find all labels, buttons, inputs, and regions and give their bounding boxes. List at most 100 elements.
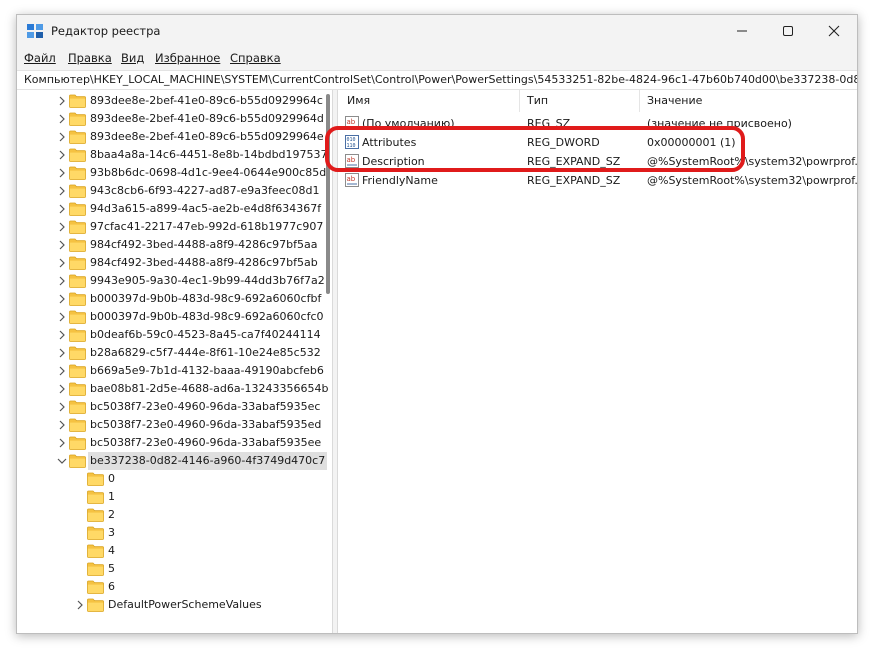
chevron-right-icon[interactable] bbox=[57, 383, 67, 395]
column-separator[interactable] bbox=[519, 90, 520, 112]
tree-item[interactable]: 8baa4a8a-14c6-4451-8e8b-14bdbd197537 bbox=[17, 146, 328, 164]
chevron-right-icon[interactable] bbox=[57, 275, 67, 287]
string-value-icon: ab bbox=[345, 154, 359, 168]
binary-value-icon: 010110 bbox=[345, 135, 359, 149]
tree-item[interactable]: 984cf492-3bed-4488-a8f9-4286c97bf5ab bbox=[17, 254, 318, 272]
column-separator[interactable] bbox=[639, 90, 640, 112]
key-tree-pane[interactable]: 893dee8e-2bef-41e0-89c6-b55d0929964c 893d… bbox=[17, 90, 333, 633]
tree-item[interactable]: 4 bbox=[17, 542, 317, 560]
close-button[interactable] bbox=[811, 15, 857, 47]
chevron-right-icon[interactable] bbox=[57, 293, 67, 305]
tree-item[interactable]: 893dee8e-2bef-41e0-89c6-b55d0929964d bbox=[17, 110, 324, 128]
value-type: REG_SZ bbox=[527, 117, 571, 130]
folder-icon bbox=[69, 346, 86, 360]
tree-item-label: b0deaf6b-59c0-4523-8a45-ca7f40244114 bbox=[90, 328, 321, 341]
values-list-pane[interactable]: Имя Тип Значение ab (По умолчанию) REG_SZ (… bbox=[337, 90, 858, 633]
chevron-right-icon[interactable] bbox=[57, 113, 67, 125]
menu-view[interactable]: Вид bbox=[121, 51, 144, 65]
column-header-type[interactable]: Тип bbox=[527, 90, 548, 112]
tree-item-label: 893dee8e-2bef-41e0-89c6-b55d0929964d bbox=[90, 112, 324, 125]
chevron-right-icon[interactable] bbox=[57, 401, 67, 413]
tree-item-label: DefaultPowerSchemeValues bbox=[108, 598, 262, 611]
chevron-right-icon[interactable] bbox=[75, 599, 85, 611]
tree-item[interactable]: DefaultPowerSchemeValues bbox=[17, 596, 317, 614]
tree-item[interactable]: 0 bbox=[17, 470, 317, 488]
tree-item[interactable]: bc5038f7-23e0-4960-96da-33abaf5935ee bbox=[17, 434, 321, 452]
svg-text:ab: ab bbox=[347, 118, 356, 126]
menu-file[interactable]: Файл bbox=[24, 51, 56, 65]
menu-favorites[interactable]: Избранное bbox=[155, 51, 220, 65]
column-header-name[interactable]: Имя bbox=[347, 90, 370, 112]
folder-icon bbox=[69, 220, 86, 234]
chevron-right-icon[interactable] bbox=[57, 419, 67, 431]
folder-icon bbox=[69, 256, 86, 270]
chevron-right-icon[interactable] bbox=[57, 311, 67, 323]
value-name: Description bbox=[362, 155, 425, 168]
minimize-icon bbox=[737, 30, 747, 32]
tree-item[interactable]: 3 bbox=[17, 524, 317, 542]
tree-item[interactable]: b28a6829-c5f7-444e-8f61-10e24e85c532 bbox=[17, 344, 321, 362]
tree-item[interactable]: b000397d-9b0b-483d-98c9-692a6060cfc0 bbox=[17, 308, 324, 326]
tree-item[interactable]: be337238-0d82-4146-a960-4f3749d470c7 bbox=[17, 452, 328, 470]
registry-value-row[interactable]: ab Description REG_EXPAND_SZ @%SystemRoot%\… bbox=[338, 152, 857, 171]
tree-item[interactable]: 2 bbox=[17, 506, 317, 524]
chevron-right-icon[interactable] bbox=[57, 329, 67, 341]
folder-icon bbox=[87, 490, 104, 504]
chevron-right-icon[interactable] bbox=[57, 221, 67, 233]
chevron-right-icon[interactable] bbox=[57, 239, 67, 251]
tree-item[interactable]: 5 bbox=[17, 560, 317, 578]
tree-item[interactable]: bc5038f7-23e0-4960-96da-33abaf5935ed bbox=[17, 416, 321, 434]
tree-item[interactable]: b0deaf6b-59c0-4523-8a45-ca7f40244114 bbox=[17, 326, 321, 344]
address-bar[interactable]: Компьютер\HKEY_LOCAL_MACHINE\SYSTEM\Curr… bbox=[17, 70, 857, 90]
svg-text:110: 110 bbox=[347, 143, 356, 149]
close-icon bbox=[828, 25, 840, 37]
folder-icon bbox=[69, 166, 86, 180]
tree-item[interactable]: 1 bbox=[17, 488, 317, 506]
column-header-value[interactable]: Значение bbox=[647, 90, 702, 112]
tree-item[interactable]: bc5038f7-23e0-4960-96da-33abaf5935ec bbox=[17, 398, 320, 416]
value-data: @%SystemRoot%\system32\powrprof.c bbox=[647, 174, 858, 187]
chevron-right-icon[interactable] bbox=[57, 257, 67, 269]
folder-icon bbox=[69, 130, 86, 144]
tree-item[interactable]: 94d3a615-a899-4ac5-ae2b-e4d8f634367f bbox=[17, 200, 321, 218]
chevron-right-icon[interactable] bbox=[57, 131, 67, 143]
chevron-right-icon[interactable] bbox=[57, 365, 67, 377]
folder-icon bbox=[69, 382, 86, 396]
tree-item[interactable]: 984cf492-3bed-4488-a8f9-4286c97bf5aa bbox=[17, 236, 318, 254]
tree-item[interactable]: bae08b81-2d5e-4688-ad6a-13243356654b bbox=[17, 380, 329, 398]
tree-item-label: 893dee8e-2bef-41e0-89c6-b55d0929964e bbox=[90, 130, 324, 143]
chevron-right-icon[interactable] bbox=[57, 347, 67, 359]
tree-item[interactable]: 893dee8e-2bef-41e0-89c6-b55d0929964c bbox=[17, 92, 323, 110]
folder-icon bbox=[69, 202, 86, 216]
tree-scrollbar[interactable] bbox=[326, 94, 330, 294]
registry-value-row[interactable]: ab FriendlyName REG_EXPAND_SZ @%SystemRoot%… bbox=[338, 171, 858, 190]
chevron-right-icon[interactable] bbox=[57, 149, 67, 161]
chevron-right-icon[interactable] bbox=[57, 203, 67, 215]
title-bar[interactable]: Редактор реестра bbox=[17, 15, 857, 47]
tree-item[interactable]: 893dee8e-2bef-41e0-89c6-b55d0929964e bbox=[17, 128, 324, 146]
registry-value-row[interactable]: 010 110 Attributes REG_DWORD 0x00000001 (1) bbox=[338, 133, 857, 152]
tree-item[interactable]: 943c8cb6-6f93-4227-ad87-e9a3feec08d1 bbox=[17, 182, 319, 200]
tree-item[interactable]: 97cfac41-2217-47eb-992d-618b1977c907 bbox=[17, 218, 323, 236]
menu-edit[interactable]: Правка bbox=[68, 51, 112, 65]
chevron-right-icon[interactable] bbox=[57, 437, 67, 449]
chevron-right-icon[interactable] bbox=[57, 167, 67, 179]
folder-icon bbox=[87, 526, 104, 540]
folder-icon bbox=[69, 436, 86, 450]
menu-help[interactable]: Справка bbox=[230, 51, 281, 65]
chevron-down-icon[interactable] bbox=[57, 455, 67, 467]
chevron-right-icon[interactable] bbox=[57, 95, 67, 107]
registry-value-row[interactable]: ab (По умолчанию) REG_SZ (значение не присв… bbox=[338, 114, 857, 133]
chevron-right-icon[interactable] bbox=[57, 185, 67, 197]
tree-item[interactable]: b669a5e9-7b1d-4132-baaa-49190abcfeb6 bbox=[17, 362, 324, 380]
tree-item[interactable]: 6 bbox=[17, 578, 317, 596]
folder-icon bbox=[87, 508, 104, 522]
tree-item-label: 893dee8e-2bef-41e0-89c6-b55d0929964c bbox=[90, 94, 323, 107]
tree-item[interactable]: 93b8b6dc-0698-4d1c-9ee4-0644e900c85d bbox=[17, 164, 326, 182]
tree-item-label: 984cf492-3bed-4488-a8f9-4286c97bf5aa bbox=[90, 238, 318, 251]
maximize-button[interactable] bbox=[765, 15, 811, 47]
tree-item[interactable]: b000397d-9b0b-483d-98c9-692a6060cfbf bbox=[17, 290, 321, 308]
minimize-button[interactable] bbox=[719, 15, 765, 47]
folder-icon bbox=[69, 148, 86, 162]
tree-item[interactable]: 9943e905-9a30-4ec1-9b99-44dd3b76f7a2 bbox=[17, 272, 325, 290]
